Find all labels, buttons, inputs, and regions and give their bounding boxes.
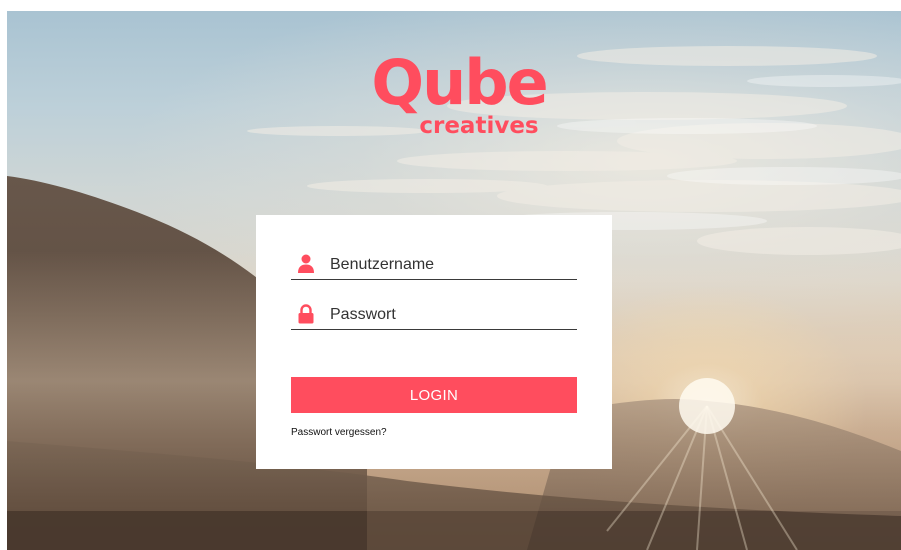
password-field <box>291 301 577 330</box>
lock-icon <box>298 304 314 324</box>
user-icon <box>298 254 314 273</box>
brand-logo: Qube creatives <box>7 46 901 140</box>
username-field <box>291 251 577 280</box>
login-button[interactable]: LOGIN <box>291 377 577 413</box>
brand-name: Qube <box>371 46 548 119</box>
username-input[interactable] <box>330 253 570 277</box>
brand-subtitle: creatives <box>419 113 539 139</box>
background-photo: Qube creatives LOGIN Passwort vergessen? <box>7 11 901 550</box>
forgot-password-link[interactable]: Passwort vergessen? <box>291 427 387 438</box>
login-card: LOGIN Passwort vergessen? <box>256 215 612 469</box>
password-input[interactable] <box>330 303 570 327</box>
